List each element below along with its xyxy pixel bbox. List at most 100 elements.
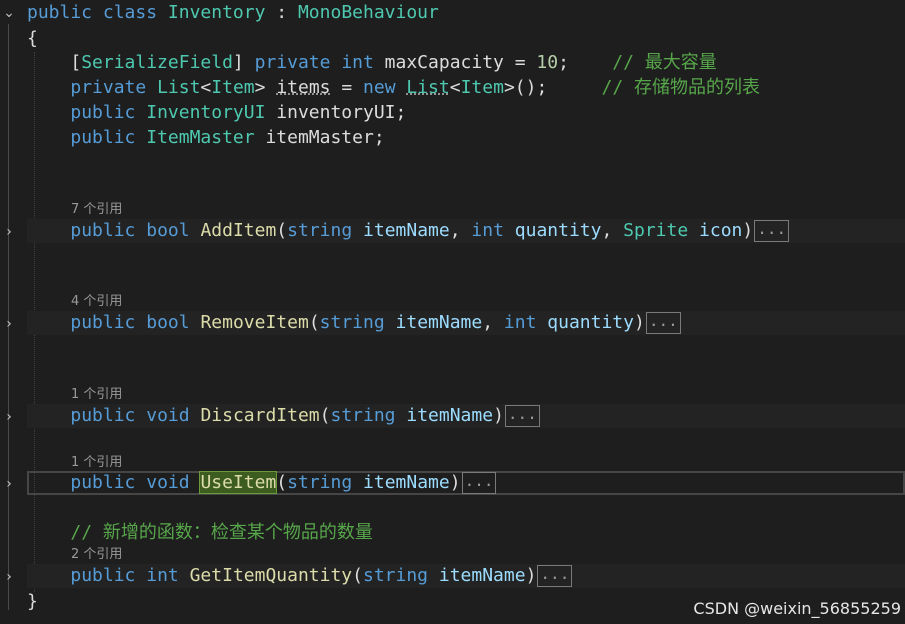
field-name: itemMaster;: [254, 127, 385, 148]
keyword: public: [70, 312, 136, 333]
field-name: maxCapacity =: [384, 52, 537, 73]
punctuation: ): [633, 312, 645, 333]
codelens-references[interactable]: 4 个引用: [71, 293, 122, 311]
comment-line[interactable]: // 新增的函数：检查某个物品的数量: [27, 521, 373, 545]
type-name: Sprite: [623, 220, 689, 241]
base-class: MonoBehaviour: [297, 2, 439, 23]
chevron-right-icon[interactable]: ›: [2, 225, 16, 239]
chevron-right-icon[interactable]: ›: [2, 410, 16, 424]
keyword: new: [363, 77, 396, 98]
punctuation: <: [200, 77, 212, 98]
collapsed-region-button[interactable]: ...: [754, 220, 790, 242]
punctuation: ,: [449, 220, 472, 241]
chevron-right-icon[interactable]: ›: [2, 477, 16, 491]
keyword: public: [70, 220, 136, 241]
field-name: items: [276, 77, 331, 98]
method-name: RemoveItem: [200, 312, 309, 333]
class-declaration-line[interactable]: public class Inventory : MonoBehaviour: [27, 1, 439, 25]
punctuation: >();: [503, 77, 548, 98]
keyword: public: [70, 565, 136, 586]
field-inventoryui-line[interactable]: public InventoryUI inventoryUI;: [27, 101, 406, 125]
type-name: List: [406, 77, 450, 98]
open-brace-line[interactable]: {: [27, 27, 38, 51]
number-literal: 10: [536, 52, 559, 73]
class-name: Inventory: [167, 2, 266, 23]
punctuation: (: [308, 312, 320, 333]
method-useitem-line[interactable]: public void UseItem(string itemName)...: [27, 471, 497, 495]
keyword: string: [330, 405, 396, 426]
punctuation: [: [70, 52, 82, 73]
collapsed-region-button[interactable]: ...: [504, 405, 540, 427]
field-items-line[interactable]: private List<Item> items = new List<Item…: [27, 76, 760, 100]
parameter-name: itemName: [363, 472, 450, 493]
keyword: int: [341, 52, 374, 73]
parameter-name: icon: [699, 220, 743, 241]
method-name-highlighted[interactable]: UseItem: [199, 471, 278, 494]
punctuation: (: [352, 565, 363, 586]
watermark: CSDN @weixin_56855259: [693, 599, 901, 618]
keyword: public: [27, 2, 93, 23]
method-name: AddItem: [200, 220, 277, 241]
attribute: SerializeField: [81, 52, 233, 73]
keyword: string: [287, 472, 353, 493]
keyword: private: [70, 77, 147, 98]
keyword: int: [471, 220, 504, 241]
punctuation: <: [449, 77, 461, 98]
keyword: class: [102, 2, 158, 23]
punctuation: ): [493, 405, 504, 426]
method-discarditem-line[interactable]: public void DiscardItem(string itemName)…: [27, 404, 540, 428]
parameter-name: itemName: [438, 565, 526, 586]
comment: // 存储物品的列表: [601, 77, 760, 98]
collapsed-region-button[interactable]: ...: [645, 312, 681, 334]
collapsed-region-button[interactable]: ...: [461, 472, 497, 494]
type-name: ItemMaster: [146, 127, 255, 148]
keyword: public: [70, 405, 136, 426]
method-additem-line[interactable]: public bool AddItem(string itemName, int…: [27, 219, 790, 243]
punctuation: ,: [601, 220, 624, 241]
field-name: inventoryUI;: [265, 102, 407, 123]
method-getitemquantity-line[interactable]: public int GetItemQuantity(string itemNa…: [27, 564, 573, 588]
codelens-references[interactable]: 2 个引用: [71, 546, 122, 564]
type-name: Item: [211, 77, 255, 98]
keyword: void: [146, 472, 190, 493]
chevron-down-icon[interactable]: ⌄: [2, 6, 16, 20]
keyword: void: [146, 405, 190, 426]
method-name: DiscardItem: [200, 405, 320, 426]
punctuation: ,: [482, 312, 504, 333]
collapsed-region-button[interactable]: ...: [537, 565, 573, 587]
method-name: GetItemQuantity: [189, 565, 353, 586]
punctuation: ]: [232, 52, 244, 73]
punctuation: ): [742, 220, 754, 241]
parameter-name: itemName: [395, 312, 483, 333]
field-maxcapacity-line[interactable]: [SerializeField] private int maxCapacity…: [27, 51, 717, 75]
open-brace: {: [27, 28, 38, 49]
type-name: Item: [460, 77, 504, 98]
keyword: public: [70, 102, 136, 123]
keyword: string: [363, 565, 429, 586]
keyword: private: [254, 52, 331, 73]
keyword: bool: [146, 220, 190, 241]
punctuation: >: [254, 77, 277, 98]
comment: // 新增的函数：检查某个物品的数量: [70, 522, 373, 543]
punctuation: (: [276, 220, 288, 241]
codelens-references[interactable]: 7 个引用: [71, 201, 122, 219]
chevron-right-icon[interactable]: ›: [2, 570, 16, 584]
punctuation: :: [265, 2, 298, 23]
keyword: int: [503, 312, 537, 333]
chevron-right-icon[interactable]: ›: [2, 317, 16, 331]
parameter-name: itemName: [406, 405, 494, 426]
close-brace-line[interactable]: }: [27, 590, 38, 614]
field-itemmaster-line[interactable]: public ItemMaster itemMaster;: [27, 126, 385, 150]
parameter-name: quantity: [547, 312, 634, 333]
punctuation: ;: [558, 52, 569, 73]
codelens-references[interactable]: 1 个引用: [71, 454, 122, 472]
comment: // 最大容量: [612, 52, 717, 73]
keyword: string: [319, 312, 385, 333]
method-removeitem-line[interactable]: public bool RemoveItem(string itemName, …: [27, 311, 681, 335]
codelens-references[interactable]: 1 个引用: [71, 386, 122, 404]
keyword: public: [70, 472, 136, 493]
close-brace: }: [27, 591, 38, 612]
keyword: public: [70, 127, 136, 148]
punctuation: =: [330, 77, 364, 98]
punctuation: (: [276, 472, 288, 493]
